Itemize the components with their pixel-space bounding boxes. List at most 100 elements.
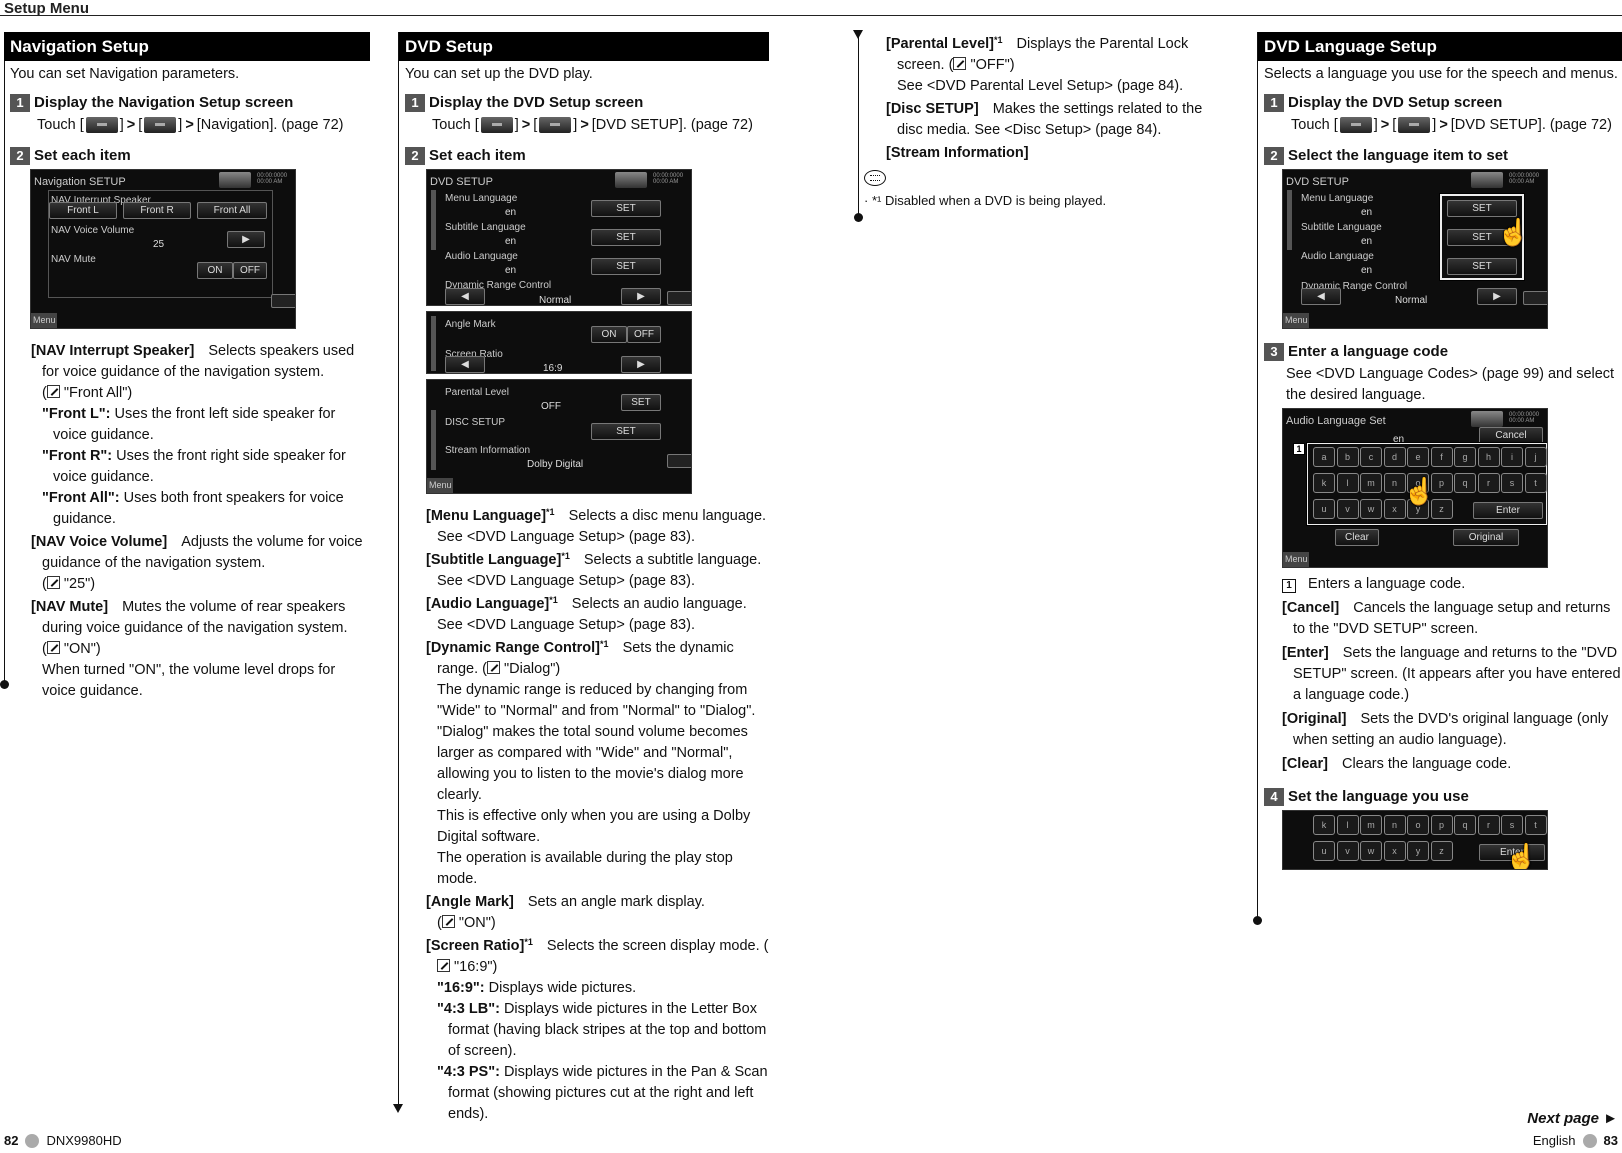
bracket: ] <box>573 117 578 133</box>
dvd-setup-screen-1: DVD SETUP 00:00:0000 00:00 AM Menu Langu… <box>426 169 692 306</box>
item-stream-information: [Stream Information] <box>886 143 1216 164</box>
footnote-marker: *1 <box>549 595 558 605</box>
item-label: [Angle Mark] <box>426 894 514 910</box>
item-label: [Original] <box>1282 711 1347 727</box>
key-u: u <box>1313 499 1335 519</box>
next-arrow-icon: > <box>1380 117 1390 133</box>
next-arrow-icon: > <box>521 117 531 133</box>
step-heading: 1 Display the Navigation Setup screen <box>4 92 370 113</box>
step-title: Select the language item to set <box>1288 147 1509 164</box>
item-keyboard: 1 Enters a language code. <box>1282 574 1622 595</box>
key-i: i <box>1501 447 1523 467</box>
bracket: ] <box>119 117 124 133</box>
decrease-button: ◀ <box>445 356 485 373</box>
item-descriptions: [Menu Language]*1 Selects a disc menu la… <box>399 506 769 1125</box>
key-o: o <box>1407 815 1429 835</box>
footnote-marker: *1 <box>546 507 555 517</box>
item-paragraph: The dynamic range is reduced by changing… <box>437 682 756 803</box>
item-enter: [Enter] Sets the language and returns to… <box>1282 643 1622 706</box>
step-instructions: Touch [] >[] > [Navigation]. (page 72) <box>4 115 370 136</box>
item-label: [Disc SETUP] <box>886 101 979 117</box>
set-button: SET <box>591 200 661 217</box>
step-heading: 3 Enter a language code <box>1258 341 1622 362</box>
dvd-setup-section: DVD Setup You can set up the DVD play. 1… <box>399 32 769 1126</box>
option-label: "16:9": <box>437 980 485 996</box>
item-label: [NAV Mute] <box>31 599 109 615</box>
page-number: 82 <box>4 1133 19 1148</box>
navigation-setup-section: Navigation Setup You can set Navigation … <box>4 32 370 703</box>
page-header-title: Setup Menu <box>4 0 89 17</box>
enter-button: Enter <box>1473 502 1543 519</box>
setup-button-icon <box>1398 117 1431 134</box>
default-value: "ON") <box>458 915 496 931</box>
on-button: ON <box>197 262 233 279</box>
touch-text: Touch [ <box>432 117 479 133</box>
back-button-icon <box>480 117 513 134</box>
item-disc-setup: [Disc SETUP] Makes the settings related … <box>886 99 1216 141</box>
key-p: p <box>1430 815 1453 835</box>
return-icon <box>1523 291 1547 305</box>
default-setting-icon <box>437 959 450 972</box>
dvd-language-setup-section: DVD Language Setup Selects a language yo… <box>1258 32 1622 870</box>
clock: 00:00:0000 00:00 AM <box>653 173 684 185</box>
step-number: 1 <box>405 93 425 112</box>
option-description: "4:3 LB": Displays wide pictures in the … <box>437 999 769 1062</box>
option-description: "Front R": Uses the front right side spe… <box>42 446 370 488</box>
option-label: "Front All": <box>42 490 120 506</box>
menu-button: Menu <box>1283 552 1309 567</box>
item-nav-mute: [NAV Mute] Mutes the volume of rear spea… <box>31 597 370 702</box>
key-z: z <box>1430 841 1453 861</box>
front-all-button: Front All <box>197 202 267 219</box>
touch-text: Touch [ <box>37 117 84 133</box>
key-b: b <box>1336 447 1359 467</box>
dvd-setup-screen-select: DVD SETUP 00:00:0000 00:00 AM Menu Langu… <box>1282 169 1548 329</box>
item-menu-language: [Menu Language]*1 Selects a disc menu la… <box>426 506 769 548</box>
item-description: Clears the language code. <box>1341 756 1512 772</box>
item-label: [Parental Level] <box>886 36 994 52</box>
header-rule <box>0 15 1622 16</box>
key-x: x <box>1383 841 1406 861</box>
key-w: w <box>1360 499 1382 519</box>
step-heading: 1 Display the DVD Setup screen <box>399 92 769 113</box>
key-m: m <box>1360 815 1382 835</box>
pointing-hand-icon: ☝ <box>1403 476 1436 506</box>
setting-label: Stream Information <box>445 445 531 456</box>
callout-marker: 1 <box>1293 443 1305 455</box>
option-label: "Front R": <box>42 448 113 464</box>
default-setting-icon <box>46 385 60 398</box>
step-number: 4 <box>1264 787 1284 806</box>
default-value: "Front All") <box>63 385 133 401</box>
option-description: "Front L": Uses the front left side spea… <box>42 404 370 446</box>
return-icon <box>271 294 295 308</box>
option-description: "16:9": Displays wide pictures. <box>437 978 769 999</box>
footer-left: 82 DNX9980HD <box>4 1130 122 1151</box>
decrease-button: ◀ <box>445 288 485 305</box>
item-descriptions: [NAV Interrupt Speaker] Selects speakers… <box>4 341 370 702</box>
step-title: Set the language you use <box>1288 788 1469 805</box>
item-label: [Screen Ratio] <box>426 938 525 954</box>
item-label: [NAV Interrupt Speaker] <box>31 343 195 359</box>
option-description: "Front All": Uses both front speakers fo… <box>42 488 370 530</box>
key-a: a <box>1313 447 1335 467</box>
step-heading: 2 Select the language item to set <box>1258 145 1622 166</box>
option-label: "4:3 LB": <box>437 1001 500 1017</box>
footnote-marker: *1 <box>561 551 570 561</box>
step-title: Display the DVD Setup screen <box>1288 94 1503 111</box>
step-instructions: See <DVD Language Codes> (page 99) and s… <box>1286 366 1615 403</box>
setting-value: Normal <box>539 295 572 306</box>
volume-value: 25 <box>153 239 165 250</box>
item-label: [NAV Voice Volume] <box>31 534 168 550</box>
key-v: v <box>1336 499 1359 519</box>
key-q: q <box>1454 815 1476 835</box>
key-q: q <box>1454 473 1476 493</box>
key-v: v <box>1336 841 1359 861</box>
item-nav-interrupt-speaker: [NAV Interrupt Speaker] Selects speakers… <box>31 341 370 530</box>
section-title: Navigation Setup <box>4 32 370 61</box>
item-label: [Subtitle Language] <box>426 552 562 568</box>
step-number: 1 <box>10 93 30 112</box>
back-icon <box>219 172 251 188</box>
column-end-dot <box>854 213 863 222</box>
step-title: Set each item <box>429 147 526 164</box>
item-description: Selects the screen display mode. ( <box>546 938 769 954</box>
increase-button: ▶ <box>1477 288 1517 305</box>
